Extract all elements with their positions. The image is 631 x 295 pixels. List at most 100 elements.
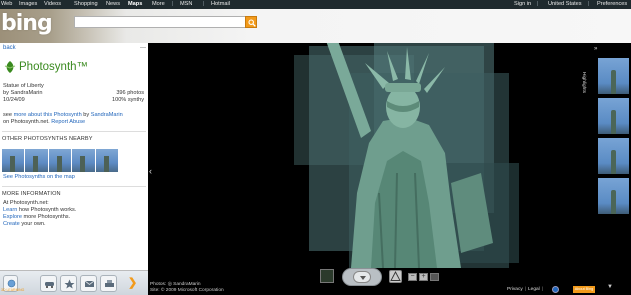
about-text: see more about this Photosynth by Sandra…: [3, 112, 146, 126]
strip-scroll-down-icon[interactable]: ▼: [607, 284, 613, 290]
highlights-label: Highlights: [581, 72, 586, 94]
copyright: Site: © 2009 Microsoft Corporation: [150, 288, 224, 293]
more-about-link[interactable]: more about this Photosynth: [14, 112, 82, 118]
about-bing-button[interactable]: About Bing: [573, 286, 595, 293]
overhead-view-button[interactable]: [320, 269, 334, 283]
search-input[interactable]: [74, 16, 246, 28]
synthy-score: 100% synthy: [111, 97, 144, 103]
sign-in-link[interactable]: Sign in: [514, 1, 531, 7]
nav-separator: |: [203, 1, 205, 7]
photosynth-viewer[interactable]: ‹ Photos: ◎ SandraMarin Site: © 2009 Mic…: [148, 43, 595, 295]
statue-of-liberty-photo[interactable]: [279, 43, 527, 268]
collapse-panel-icon[interactable]: —: [140, 45, 146, 51]
fullscreen-button[interactable]: [430, 273, 439, 281]
legal-link[interactable]: Legal: [528, 287, 540, 292]
photo-count: 396 photos: [116, 90, 144, 96]
back-link[interactable]: back: [3, 45, 16, 51]
nav-separator: |: [537, 1, 539, 7]
learn-line: Learn how Photosynth works.: [3, 207, 76, 213]
nav-msn[interactable]: MSN: [180, 1, 192, 7]
favorites-button[interactable]: [60, 275, 77, 292]
divider: [2, 186, 146, 187]
photosynth-title: Photosynth™: [19, 61, 89, 73]
collapse-strip-icon[interactable]: »: [594, 46, 597, 52]
nav-hotmail[interactable]: Hotmail: [211, 1, 230, 7]
share-button[interactable]: [80, 275, 97, 292]
search-button[interactable]: [245, 16, 257, 28]
create-line: Create your own.: [3, 221, 46, 227]
nav-news[interactable]: News: [106, 1, 120, 7]
photosynths-map-link[interactable]: See Photosynths on the map: [3, 174, 75, 180]
left-panel: back — Photosynth™ Statue of Liberty by …: [0, 43, 148, 295]
nearby-thumbnails: [2, 149, 119, 172]
magnifier-icon: [248, 19, 256, 27]
nearby-thumbnail[interactable]: [95, 149, 119, 172]
mail-icon: [84, 280, 95, 287]
nav-videos[interactable]: Videos: [44, 1, 61, 7]
highlight-thumbnail[interactable]: [598, 138, 629, 174]
about-prefix: see: [3, 112, 14, 118]
nav-separator: |: [588, 1, 590, 7]
on-photosynth-text: on Photosynth.net.: [3, 119, 52, 125]
nav-images[interactable]: Images: [19, 1, 37, 7]
photosynth-logo-icon: [4, 61, 16, 73]
nav-separator: |: [172, 1, 174, 7]
nearby-heading: OTHER PHOTOSYNTHS NEARBY: [2, 136, 93, 142]
place-name: Statue of Liberty: [3, 83, 44, 89]
learn-link[interactable]: Learn: [3, 207, 17, 213]
footer-links: Privacy | Legal |: [507, 287, 543, 292]
highlight-thumbnail[interactable]: [598, 98, 629, 134]
explore-link[interactable]: Explore: [3, 214, 22, 220]
photos-label: Photos:: [150, 282, 168, 287]
highlight-thumbnail[interactable]: [598, 58, 629, 94]
privacy-link[interactable]: Privacy: [507, 287, 523, 292]
create-link[interactable]: Create: [3, 221, 20, 227]
previous-arrow-icon[interactable]: ‹: [149, 166, 152, 176]
country-link[interactable]: United States: [548, 1, 582, 7]
car-icon: [45, 282, 54, 288]
nearby-thumbnail[interactable]: [72, 149, 95, 172]
expand-arrow-icon[interactable]: ❯: [128, 276, 137, 289]
create-text: your own.: [19, 221, 46, 227]
photo-credit: Photos: ◎ SandraMarin Site: © 2009 Micro…: [150, 282, 224, 294]
zoom-in-button[interactable]: +: [419, 273, 428, 281]
viewer-controls: − +: [318, 267, 458, 287]
explore-text: more Photosynths.: [21, 214, 71, 220]
explore-line: Explore more Photosynths.: [3, 214, 70, 220]
3d-learning-label: 3D LEARNING: [1, 288, 25, 292]
help-icon[interactable]: [552, 286, 559, 293]
nearby-thumbnail[interactable]: [25, 149, 48, 172]
user-link[interactable]: SandraMarin: [91, 112, 123, 118]
author: by SandraMarin: [3, 90, 43, 96]
date: 10/24/09: [3, 97, 25, 103]
zoom-out-button[interactable]: −: [408, 273, 417, 281]
nearby-thumbnail[interactable]: [2, 149, 25, 172]
more-info-heading: MORE INFORMATION: [2, 191, 61, 197]
star-icon: [64, 279, 75, 289]
bottom-toolbar: 3D LEARNING ❯: [0, 270, 148, 295]
photo-credit-user[interactable]: SandraMarin: [173, 282, 200, 287]
learn-text: how Photosynth works.: [17, 207, 77, 213]
report-abuse-link[interactable]: Report Abuse: [51, 119, 85, 125]
top-nav-bar: Web Images Videos Shopping News Maps Mor…: [0, 0, 631, 9]
nav-web[interactable]: Web: [1, 1, 12, 7]
preferences-link[interactable]: Preferences: [597, 1, 627, 7]
header: bing: [0, 9, 631, 43]
nav-shopping[interactable]: Shopping: [74, 1, 98, 7]
nav-maps[interactable]: Maps: [128, 1, 142, 7]
highlights-button[interactable]: [389, 270, 402, 283]
camera-icon: [390, 271, 401, 281]
bing-logo[interactable]: bing: [1, 11, 53, 36]
highlight-thumbnail[interactable]: [598, 178, 629, 214]
at-photosynth-text: At Photosynth.net:: [3, 200, 49, 206]
nearby-thumbnail[interactable]: [48, 149, 72, 172]
directions-button[interactable]: [40, 275, 57, 292]
print-button[interactable]: [100, 275, 117, 292]
globe-icon: [7, 279, 16, 288]
nav-more[interactable]: More: [152, 1, 165, 7]
navigation-center-button[interactable]: [353, 271, 371, 283]
navigation-ring[interactable]: [342, 268, 382, 286]
divider: [2, 131, 146, 132]
printer-icon: [105, 280, 114, 287]
about-by: by: [81, 112, 91, 118]
